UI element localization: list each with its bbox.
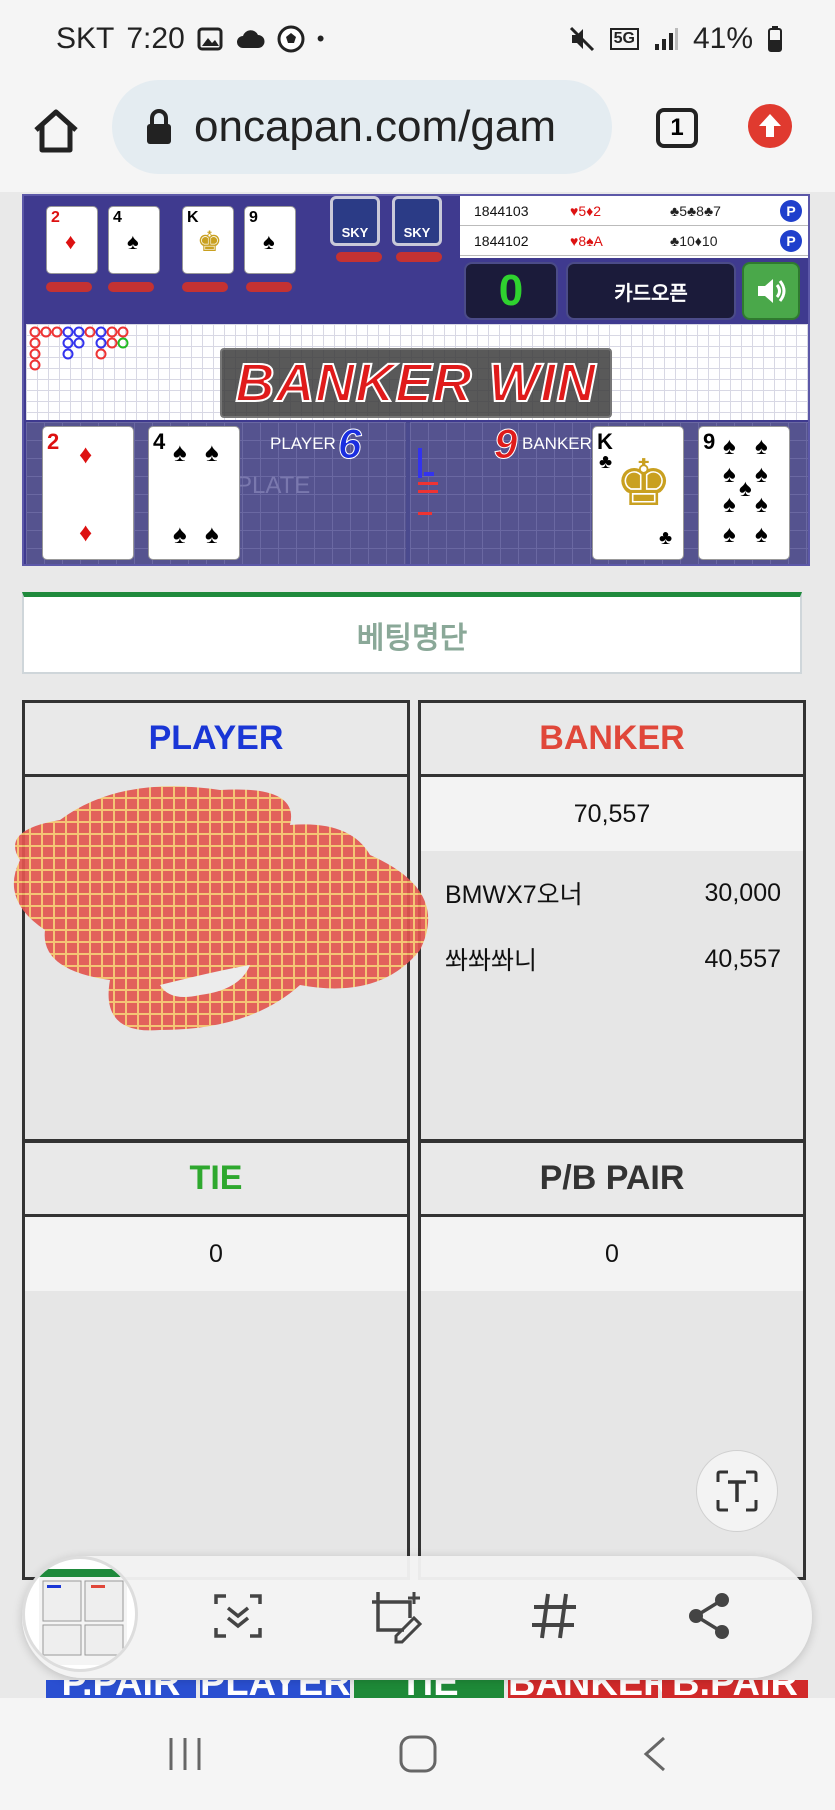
banker-label: BANKER bbox=[522, 434, 592, 453]
cloud-icon bbox=[236, 30, 265, 48]
card-tray bbox=[182, 282, 228, 292]
network-type: 5G bbox=[609, 28, 639, 50]
top-card: 2 ♦ bbox=[46, 206, 98, 274]
top-card: 9 ♠ bbox=[244, 206, 296, 274]
top-card: 4 ♠ bbox=[108, 206, 160, 274]
scroll-capture-icon[interactable] bbox=[206, 1584, 270, 1648]
bet-buttons-strip: P.PAIR PLAYER TIE BANKER B.PAIR bbox=[22, 1680, 810, 1698]
card-tray bbox=[336, 252, 382, 262]
recent-apps-icon[interactable] bbox=[165, 1734, 205, 1774]
soccer-ball-icon bbox=[277, 25, 305, 53]
pair-panel-title: P/B PAIR bbox=[421, 1143, 803, 1217]
bettor-name: BMWX7오너 bbox=[445, 881, 583, 909]
card-back: SKY bbox=[330, 196, 380, 246]
bet-tab-player[interactable]: PLAYER bbox=[200, 1680, 351, 1698]
tie-total: 0 bbox=[25, 1217, 407, 1291]
bettor-name: 쏴쏴쏴니 bbox=[445, 947, 538, 975]
card-tray bbox=[396, 252, 442, 262]
banker-panel-title: BANKER bbox=[421, 703, 803, 777]
top-card: K ♚ bbox=[182, 206, 234, 274]
table-watermark: PLATE bbox=[236, 472, 311, 499]
bet-amount: 40,557 bbox=[704, 944, 781, 973]
lock-icon bbox=[147, 109, 171, 144]
extract-text-button[interactable] bbox=[696, 1450, 778, 1532]
player-label: PLAYER bbox=[270, 434, 336, 453]
share-icon[interactable] bbox=[678, 1584, 742, 1648]
scroll-top-button[interactable] bbox=[748, 104, 792, 148]
banker-score: 9 bbox=[493, 420, 518, 468]
bet-tab-bpair[interactable]: B.PAIR bbox=[662, 1680, 808, 1698]
redaction-scribble bbox=[13, 786, 429, 1031]
speaker-icon bbox=[758, 279, 786, 303]
bet-amount: 30,000 bbox=[704, 878, 781, 907]
bet-list-header: 베팅명단 bbox=[22, 592, 802, 674]
back-icon[interactable] bbox=[636, 1734, 676, 1774]
round-counter: 0 bbox=[464, 262, 558, 320]
hashtag-icon[interactable] bbox=[522, 1584, 586, 1648]
signal-icon bbox=[654, 28, 678, 50]
status-bar: SKT 7:20 • 5G 41% bbox=[0, 0, 835, 80]
screenshot-toolbar bbox=[22, 1556, 812, 1678]
player-card: 4 ♠ ♠ ♠ ♠ bbox=[148, 426, 240, 560]
card-back: SKY bbox=[392, 196, 442, 246]
arrow-up-icon bbox=[759, 114, 781, 137]
battery-percent: 41% bbox=[692, 22, 753, 55]
player-panel-title: PLAYER bbox=[25, 703, 407, 777]
card-tray bbox=[108, 282, 154, 292]
carrier-label: SKT bbox=[56, 22, 115, 55]
round-history: 1844103 ♥5♦2 ♣5♣8♣7 P 1844102 ♥8♠A ♣10♦1… bbox=[460, 196, 808, 258]
banker-card: K ♣ ♚ ♣ bbox=[592, 426, 684, 560]
banker-bet-panel: BANKER 70,557 BMWX7오너 30,000 쏴쏴쏴니 40,557 bbox=[418, 700, 806, 1142]
address-bar[interactable]: oncapan.com/gam bbox=[112, 80, 612, 174]
gallery-icon bbox=[197, 27, 223, 51]
notification-dot-icon: • bbox=[316, 26, 325, 51]
edit-crop-icon[interactable] bbox=[364, 1584, 428, 1648]
sound-toggle[interactable] bbox=[742, 262, 800, 320]
card-table: PLATE PLAYER 6 9 BANKER 2 ♦ ♦ 4 ♠ ♠ ♠ ♠ … bbox=[26, 420, 808, 564]
home-icon[interactable] bbox=[30, 104, 82, 156]
browser-toolbar: oncapan.com/gam 1 bbox=[0, 80, 835, 192]
king-figure-icon: ♚ bbox=[615, 447, 673, 519]
tie-panel-title: TIE bbox=[25, 1143, 407, 1217]
history-row: 1844102 ♥8♠A ♣10♦10 P bbox=[460, 226, 808, 256]
banker-card: 9 ♠ ♠ ♠ ♠ ♠ ♠ ♠ ♠ ♠ bbox=[698, 426, 790, 560]
list-item: 쏴쏴쏴니 40,557 bbox=[445, 939, 781, 979]
text-scan-icon bbox=[716, 1470, 758, 1512]
result-banner: BANKER WIN bbox=[220, 348, 612, 418]
list-item: BMWX7오너 30,000 bbox=[445, 873, 781, 913]
card-open-button[interactable]: 카드오픈 bbox=[566, 262, 736, 320]
player-score: 6 bbox=[337, 420, 362, 468]
clock: 7:20 bbox=[126, 22, 185, 55]
card-tray bbox=[246, 282, 292, 292]
result-badge: P bbox=[780, 229, 802, 252]
bet-tab-ppair[interactable]: P.PAIR bbox=[46, 1680, 196, 1698]
bet-tab-tie[interactable]: TIE bbox=[354, 1680, 504, 1698]
card-tray bbox=[46, 282, 92, 292]
history-row: 1844103 ♥5♦2 ♣5♣8♣7 P bbox=[460, 196, 808, 226]
system-nav-bar bbox=[0, 1698, 835, 1810]
tie-bet-panel: TIE 0 bbox=[22, 1140, 410, 1580]
baccarat-game-view: 2 ♦ 4 ♠ K ♚ 9 ♠ SKY SKY 1844103 ♥5♦2 ♣5♣8♣7 … bbox=[22, 194, 810, 566]
battery-icon bbox=[768, 26, 782, 52]
url-text: oncapan.com/gam bbox=[194, 102, 556, 151]
screenshot-thumbnail[interactable] bbox=[22, 1556, 138, 1672]
thumbnail-preview bbox=[39, 1569, 127, 1665]
big-road-marks bbox=[418, 448, 438, 515]
banker-total: 70,557 bbox=[421, 777, 803, 851]
tab-switcher-button[interactable]: 1 bbox=[656, 108, 698, 148]
player-card: 2 ♦ ♦ bbox=[42, 426, 134, 560]
result-badge: P bbox=[780, 199, 802, 222]
home-button-icon[interactable] bbox=[398, 1734, 438, 1774]
road-marks bbox=[29, 326, 129, 371]
bet-tab-banker[interactable]: BANKER bbox=[508, 1680, 671, 1698]
mute-icon bbox=[569, 26, 594, 52]
pair-total: 0 bbox=[421, 1217, 803, 1291]
